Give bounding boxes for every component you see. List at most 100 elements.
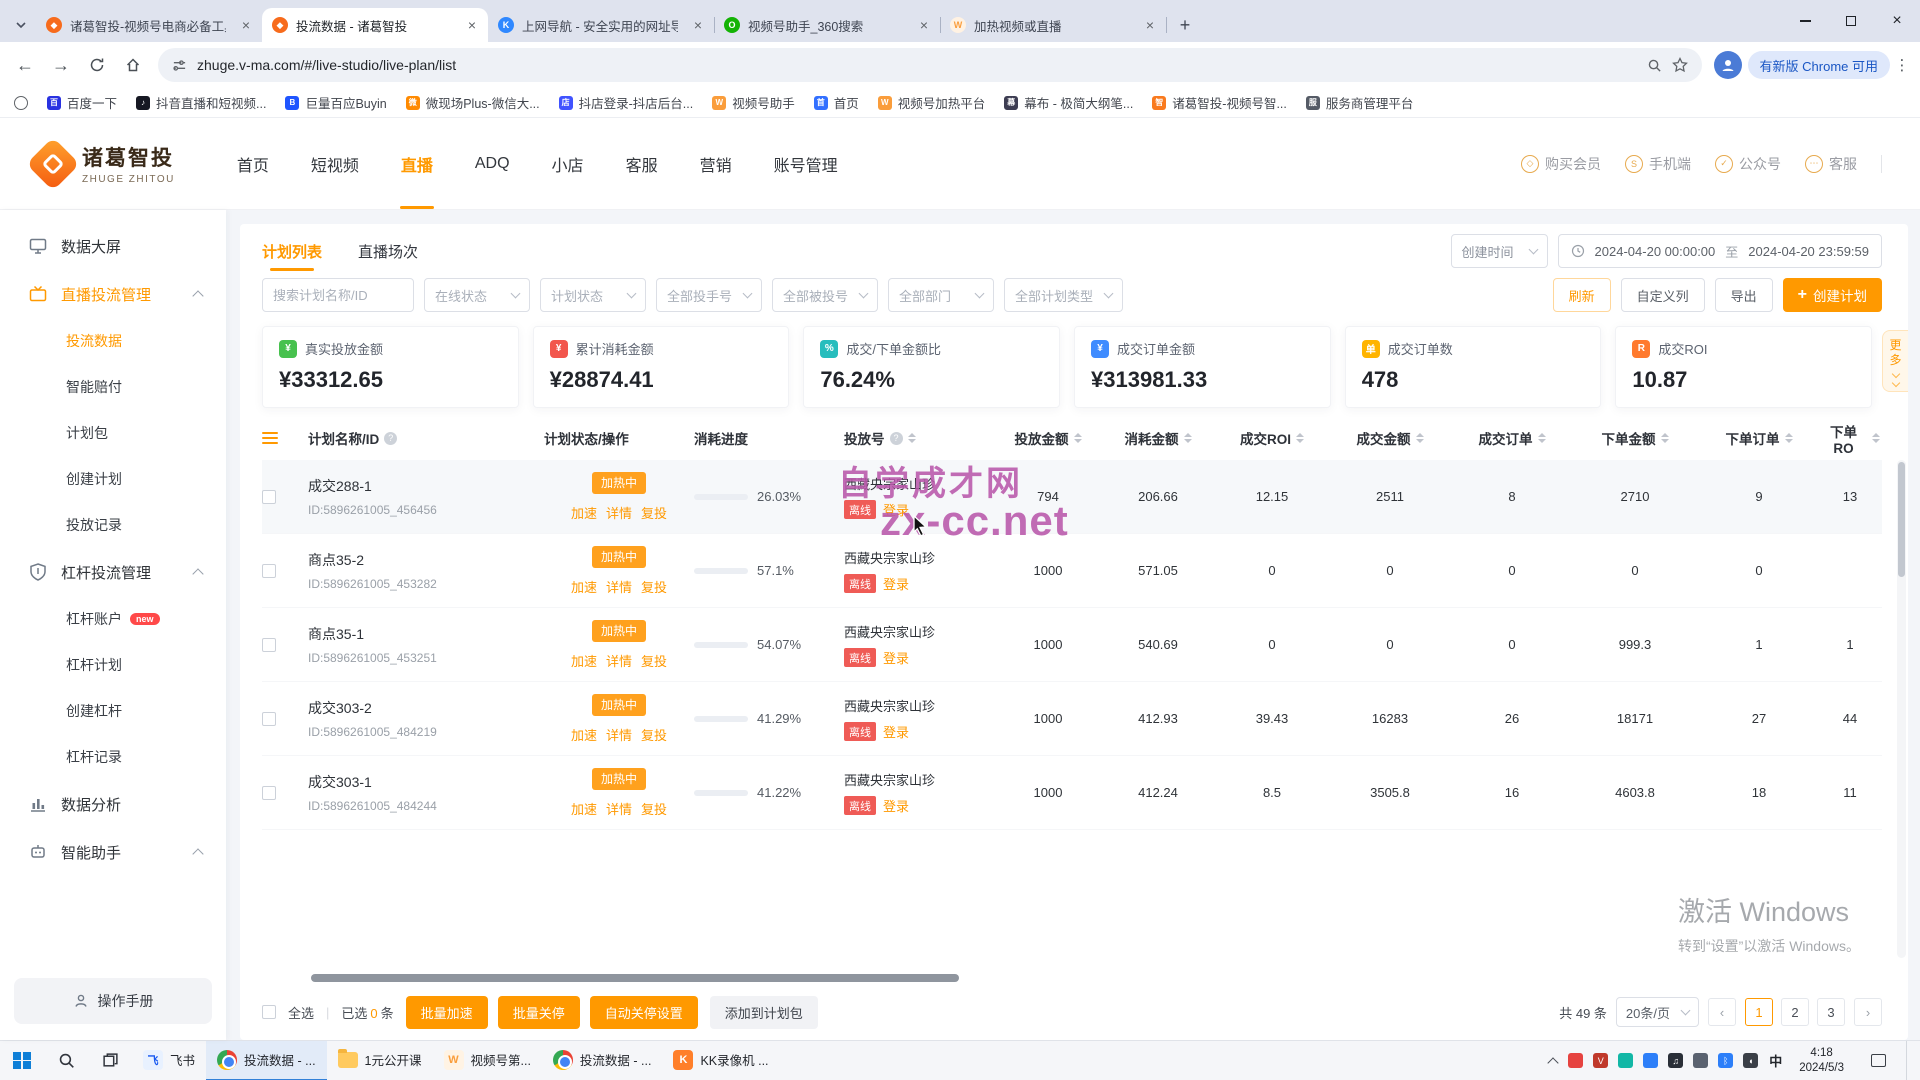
manual-button[interactable]: 操作手册	[14, 978, 212, 1024]
taskbar-app-投流数据 - ...[interactable]: 投流数据 - ...	[206, 1041, 327, 1080]
taskbar-app-飞书[interactable]: 飞飞书	[132, 1041, 206, 1080]
action-link-复投[interactable]: 复投	[641, 503, 667, 522]
taskbar-search-button[interactable]	[44, 1041, 88, 1080]
tray-meeting-icon[interactable]	[1618, 1053, 1633, 1068]
table-row[interactable]: 商点35-1ID:5896261005_453251加热中加速详情复投54.07…	[262, 608, 1882, 682]
nav-item-首页[interactable]: 首页	[237, 118, 269, 209]
sidebar-item-创建杠杆[interactable]: 创建杠杆	[0, 688, 226, 734]
sidebar-item-投放记录[interactable]: 投放记录	[0, 502, 226, 548]
horizontal-scrollbar-thumb[interactable]	[311, 974, 959, 982]
action-link-复投[interactable]: 复投	[641, 725, 667, 744]
login-link[interactable]: 登录	[883, 500, 909, 519]
table-row[interactable]: 成交288-1ID:5896261005_456456加热中加速详情复投26.0…	[262, 460, 1882, 534]
select-all-checkbox[interactable]	[262, 1005, 276, 1019]
tray-voov-icon[interactable]: V	[1593, 1053, 1608, 1068]
forward-button[interactable]: →	[44, 48, 78, 82]
bookmark-item[interactable]: W视频号加热平台	[878, 93, 986, 112]
sort-icon[interactable]	[1661, 433, 1669, 443]
profile-avatar[interactable]	[1714, 51, 1742, 79]
close-button[interactable]: ×	[1874, 0, 1920, 42]
time-dimension-select[interactable]: 创建时间	[1451, 234, 1548, 268]
content-tab-直播场次[interactable]: 直播场次	[358, 224, 418, 278]
ime-indicator[interactable]: 中	[1769, 1051, 1782, 1070]
bulk-button-自动关停设置[interactable]: 自动关停设置	[590, 996, 698, 1029]
taskbar-app-视频号第...[interactable]: W视频号第...	[433, 1041, 542, 1080]
omnibox[interactable]: zhuge.v-ma.com/#/live-studio/live-plan/l…	[158, 48, 1702, 82]
taskbar-clock[interactable]: 4:18 2024/5/3	[1793, 1046, 1850, 1076]
per-page-select[interactable]: 20条/页	[1616, 997, 1699, 1027]
tab-close-icon[interactable]: ×	[464, 17, 480, 33]
table-header-cell-成交ROI[interactable]: 成交ROI	[1216, 428, 1328, 448]
table-header-cell-消耗金额[interactable]: 消耗金额	[1100, 428, 1216, 448]
plan-name[interactable]: 成交303-2	[308, 698, 372, 718]
taskbar-app-KK录像机 ...[interactable]: KKK录像机 ...	[662, 1041, 779, 1080]
site-settings-icon[interactable]	[172, 58, 187, 73]
nav-item-小店[interactable]: 小店	[552, 118, 584, 209]
action-link-加速[interactable]: 加速	[571, 725, 597, 744]
action-link-复投[interactable]: 复投	[641, 651, 667, 670]
tray-volume-icon[interactable]: ◖	[1743, 1053, 1758, 1068]
bookmark-item[interactable]: 百百度一下	[47, 93, 117, 112]
action-link-加速[interactable]: 加速	[571, 799, 597, 818]
more-panel-tab[interactable]: 更多	[1882, 330, 1908, 392]
row-checkbox[interactable]	[262, 712, 276, 726]
tray-usb-icon[interactable]	[1693, 1053, 1708, 1068]
action-link-加速[interactable]: 加速	[571, 651, 597, 670]
action-link-复投[interactable]: 复投	[641, 577, 667, 596]
action-link-详情[interactable]: 详情	[606, 577, 632, 596]
filter-select-全部部门[interactable]: 全部部门	[888, 278, 994, 312]
sidebar-item-智能赔付[interactable]: 智能赔付	[0, 364, 226, 410]
row-checkbox[interactable]	[262, 638, 276, 652]
bulk-button-批量加速[interactable]: 批量加速	[406, 996, 488, 1029]
refresh-button[interactable]: 刷新	[1553, 278, 1611, 312]
table-header-cell-下单RO[interactable]: 下单RO	[1820, 421, 1880, 456]
header-link-客服[interactable]: ⋯客服	[1805, 154, 1857, 174]
action-link-详情[interactable]: 详情	[606, 725, 632, 744]
table-row[interactable]: 成交303-2ID:5896261005_484219加热中加速详情复投41.2…	[262, 682, 1882, 756]
tray-bluetooth-icon[interactable]: ᛒ	[1718, 1053, 1733, 1068]
browser-tab[interactable]: O视频号助手_360搜索×	[714, 8, 940, 42]
sidebar-item-智能助手[interactable]: 智能助手	[0, 828, 226, 876]
tab-close-icon[interactable]: ×	[1142, 17, 1158, 33]
browser-tab[interactable]: K上网导航 - 安全实用的网址导航×	[488, 8, 714, 42]
plan-name[interactable]: 商点35-1	[308, 624, 364, 644]
tab-search-chevron-icon[interactable]	[6, 8, 36, 42]
tray-expand-icon[interactable]	[1548, 1057, 1559, 1068]
bulk-button-批量关停[interactable]: 批量关停	[498, 996, 580, 1029]
table-header-cell-成交金额[interactable]: 成交金额	[1328, 428, 1452, 448]
sidebar-item-创建计划[interactable]: 创建计划	[0, 456, 226, 502]
page-button-2[interactable]: 2	[1781, 998, 1809, 1026]
login-link[interactable]: 登录	[883, 722, 909, 741]
reload-button[interactable]	[80, 48, 114, 82]
notification-center-icon[interactable]	[1861, 1041, 1895, 1080]
bookmark-star-icon[interactable]	[1672, 57, 1688, 73]
browser-menu-kebab-icon[interactable]: ⋮	[1892, 56, 1912, 74]
nav-item-短视频[interactable]: 短视频	[311, 118, 359, 209]
sidebar-item-投流数据[interactable]: 投流数据	[0, 318, 226, 364]
tab-close-icon[interactable]: ×	[690, 17, 706, 33]
plan-name[interactable]: 成交288-1	[308, 476, 372, 496]
header-link-购买会员[interactable]: ◇购买会员	[1521, 154, 1601, 174]
header-link-公众号[interactable]: ✓公众号	[1715, 154, 1781, 174]
custom-columns-button[interactable]: 自定义列	[1621, 278, 1705, 312]
tab-close-icon[interactable]: ×	[916, 17, 932, 33]
row-checkbox[interactable]	[262, 786, 276, 800]
table-row[interactable]: 成交303-1ID:5896261005_484244加热中加速详情复投41.2…	[262, 756, 1882, 830]
maximize-button[interactable]	[1828, 0, 1874, 42]
bookmark-item[interactable]: 首首页	[814, 93, 859, 112]
bookmark-item[interactable]: 微微现场Plus-微信大...	[406, 93, 540, 112]
bookmark-item[interactable]: ♪抖音直播和短视频...	[136, 93, 266, 112]
select-all-label[interactable]: 全选	[288, 1003, 314, 1022]
sidebar-item-计划包[interactable]: 计划包	[0, 410, 226, 456]
back-button[interactable]: ←	[8, 48, 42, 82]
action-link-加速[interactable]: 加速	[571, 577, 597, 596]
taskbar-app-1元公开课[interactable]: 1元公开课	[327, 1041, 433, 1080]
nav-item-营销[interactable]: 营销	[700, 118, 732, 209]
new-tab-button[interactable]: +	[1170, 10, 1200, 40]
plan-name[interactable]: 成交303-1	[308, 772, 372, 792]
sidebar-item-杠杆账户[interactable]: 杠杆账户new	[0, 596, 226, 642]
export-button[interactable]: 导出	[1715, 278, 1773, 312]
row-checkbox[interactable]	[262, 490, 276, 504]
home-button[interactable]	[116, 48, 150, 82]
content-tab-计划列表[interactable]: 计划列表	[262, 224, 322, 278]
